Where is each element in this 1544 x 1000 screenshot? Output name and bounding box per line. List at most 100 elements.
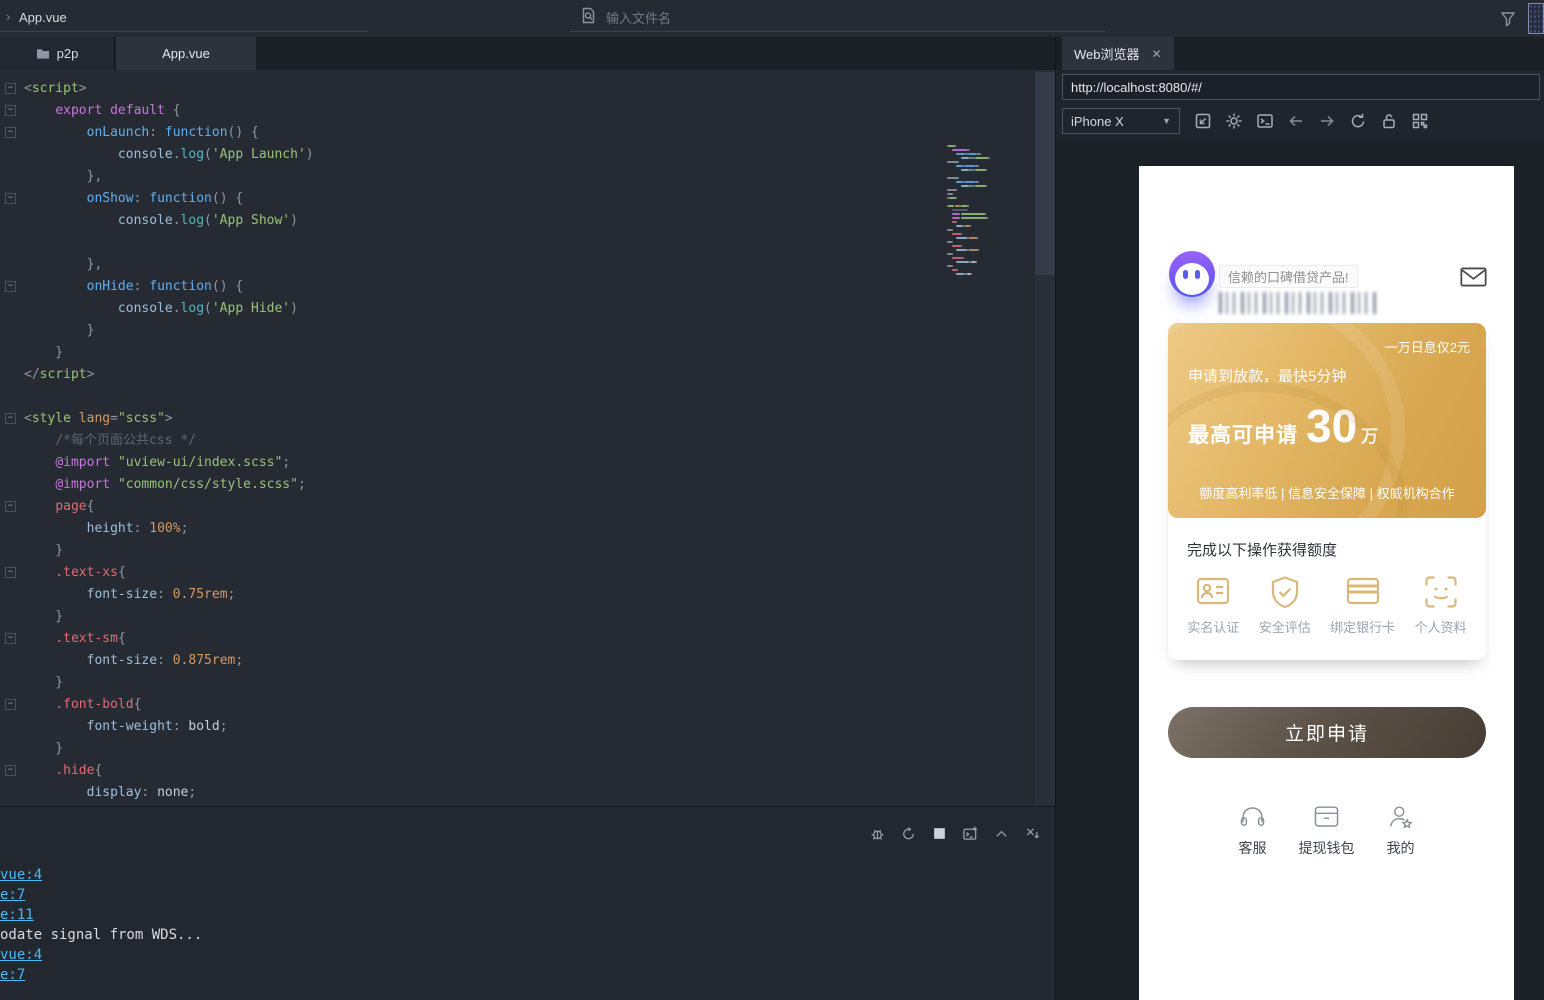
task-item-绑定银行卡[interactable]: 绑定银行卡 [1330, 575, 1395, 636]
fold-marker-icon[interactable]: − [5, 193, 16, 204]
code-line[interactable]: } [0, 342, 940, 364]
banner-tag: 一万日息仅2元 [1384, 340, 1470, 355]
back-icon[interactable] [1287, 112, 1305, 130]
console-source-link[interactable]: vue:4 [0, 865, 1000, 885]
code-line[interactable]: − .font-bold{ [0, 694, 940, 716]
banner-features: 额度高利率低 | 信息安全保障 | 权威机构合作 [1199, 486, 1455, 501]
console-source-link[interactable]: e:7 [0, 885, 1000, 905]
restart-icon[interactable] [900, 825, 917, 842]
apply-now-label: 立即申请 [1284, 724, 1369, 745]
message-envelope-icon[interactable] [1460, 266, 1487, 288]
code-line[interactable]: console.log('App Hide') [0, 298, 940, 320]
task-item-实名认证[interactable]: 实名认证 [1187, 575, 1239, 636]
code-line[interactable]: }, [0, 254, 940, 276]
nav-item-我的[interactable]: 我的 [1373, 804, 1429, 858]
code-line[interactable]: − .text-xs{ [0, 562, 940, 584]
nav-item-客服[interactable]: 客服 [1225, 804, 1281, 858]
code-line[interactable]: console.log('App Show') [0, 210, 940, 232]
nav-item-提现钱包[interactable]: 提现钱包 [1299, 804, 1355, 858]
code-line[interactable]: console.log('App Launch') [0, 144, 940, 166]
close-icon[interactable] [1024, 825, 1041, 842]
fold-marker-icon[interactable]: − [5, 127, 16, 138]
code-line[interactable]: @import "uview-ui/index.scss"; [0, 452, 940, 474]
fold-marker-icon[interactable]: − [5, 567, 16, 578]
task-item-安全评估[interactable]: 安全评估 [1259, 575, 1311, 636]
nav-label: 提现钱包 [1298, 840, 1355, 856]
banner-subtitle: 申请到放款，最快5分钟 [1188, 368, 1347, 385]
code-line[interactable]: } [0, 606, 940, 628]
task-item-个人资料[interactable]: 个人资料 [1415, 575, 1467, 636]
headset-icon [1240, 807, 1265, 826]
console-source-link[interactable]: vue:4 [0, 945, 1000, 965]
top-toolbar: › App.vue 输入文件名 [0, 0, 1544, 37]
open-external-icon[interactable] [1194, 112, 1212, 130]
stop-icon[interactable] [931, 825, 948, 842]
fold-marker-icon[interactable]: − [5, 83, 16, 94]
code-line[interactable]: − <style lang="scss"> [0, 408, 940, 430]
code-content[interactable]: − <script> − export default {− onLaunch: f… [0, 78, 940, 804]
code-line[interactable]: @import "common/css/style.scss"; [0, 474, 940, 496]
device-select[interactable]: iPhone X ▼ [1062, 108, 1180, 134]
tab-file-appvue[interactable]: App.vue [116, 37, 256, 70]
code-line[interactable]: font-size: 0.75rem; [0, 584, 940, 606]
code-line[interactable]: − .hide{ [0, 760, 940, 782]
code-line[interactable]: font-weight: bold; [0, 716, 940, 738]
corner-widget [1528, 3, 1544, 34]
qr-grid-icon[interactable] [1411, 112, 1429, 130]
code-line[interactable]: − page{ [0, 496, 940, 518]
settings-icon[interactable] [1225, 112, 1243, 130]
tab-project-p2p[interactable]: p2p [0, 37, 115, 70]
code-line[interactable]: } [0, 540, 940, 562]
code-line[interactable]: − onLaunch: function() { [0, 122, 940, 144]
forward-icon[interactable] [1318, 112, 1336, 130]
filter-icon[interactable] [1499, 10, 1517, 28]
code-line[interactable]: } [0, 320, 940, 342]
nav-label: 客服 [1238, 840, 1267, 856]
refresh-icon[interactable] [1349, 112, 1367, 130]
code-editor[interactable]: − <script> − export default {− onLaunch: f… [0, 70, 1055, 806]
minimap[interactable] [947, 144, 1007, 276]
tab-file-label: App.vue [162, 46, 210, 61]
code-line[interactable]: } [0, 672, 940, 694]
code-line[interactable]: − <script> [0, 78, 940, 100]
code-line[interactable]: }, [0, 166, 940, 188]
fold-marker-icon[interactable]: − [5, 699, 16, 710]
debug-icon[interactable] [869, 825, 886, 842]
code-line[interactable]: display: none; [0, 782, 940, 804]
console-source-link[interactable]: e:7 [0, 965, 1000, 985]
code-line[interactable]: − export default { [0, 100, 940, 122]
fold-marker-icon[interactable]: − [5, 633, 16, 644]
code-line[interactable]: − onHide: function() { [0, 276, 940, 298]
apply-now-button[interactable]: 立即申请 [1168, 707, 1486, 758]
url-input[interactable] [1062, 74, 1540, 100]
code-line[interactable]: height: 100%; [0, 518, 940, 540]
code-line[interactable] [0, 386, 940, 408]
fold-marker-icon[interactable]: − [5, 501, 16, 512]
editor-tabbar: p2p App.vue [0, 37, 1055, 70]
code-line[interactable]: </script> [0, 364, 940, 386]
code-line[interactable]: } [0, 738, 940, 760]
code-line[interactable]: − .text-sm{ [0, 628, 940, 650]
console-source-link[interactable]: e:11 [0, 905, 1000, 925]
fold-marker-icon[interactable]: − [5, 413, 16, 424]
lock-icon[interactable] [1380, 112, 1398, 130]
collapse-icon[interactable] [993, 825, 1010, 842]
search-file-icon [582, 7, 595, 24]
console-panel: vue:4 e:7 e:11 odate signal from WDS... vue:… [0, 806, 1055, 1000]
code-line[interactable]: − onShow: function() { [0, 188, 940, 210]
terminal-icon[interactable] [1256, 112, 1274, 130]
tab-web-browser[interactable]: Web浏览器 ✕ [1062, 37, 1174, 70]
fold-marker-icon[interactable]: − [5, 281, 16, 292]
code-line[interactable] [0, 232, 940, 254]
code-line[interactable]: font-size: 0.875rem; [0, 650, 940, 672]
file-search-input[interactable]: 输入文件名 [570, 0, 1105, 32]
new-terminal-icon[interactable] [962, 825, 979, 842]
breadcrumb[interactable]: App.vue [19, 10, 67, 25]
console-toolbar [869, 825, 1041, 842]
code-line[interactable]: /*每个页面公共css */ [0, 430, 940, 452]
fold-marker-icon[interactable]: − [5, 105, 16, 116]
close-icon[interactable]: ✕ [1152, 47, 1162, 61]
browser-tabbar: Web浏览器 ✕ [1056, 37, 1544, 70]
editor-scrollbar-thumb[interactable] [1035, 72, 1055, 275]
fold-marker-icon[interactable]: − [5, 765, 16, 776]
